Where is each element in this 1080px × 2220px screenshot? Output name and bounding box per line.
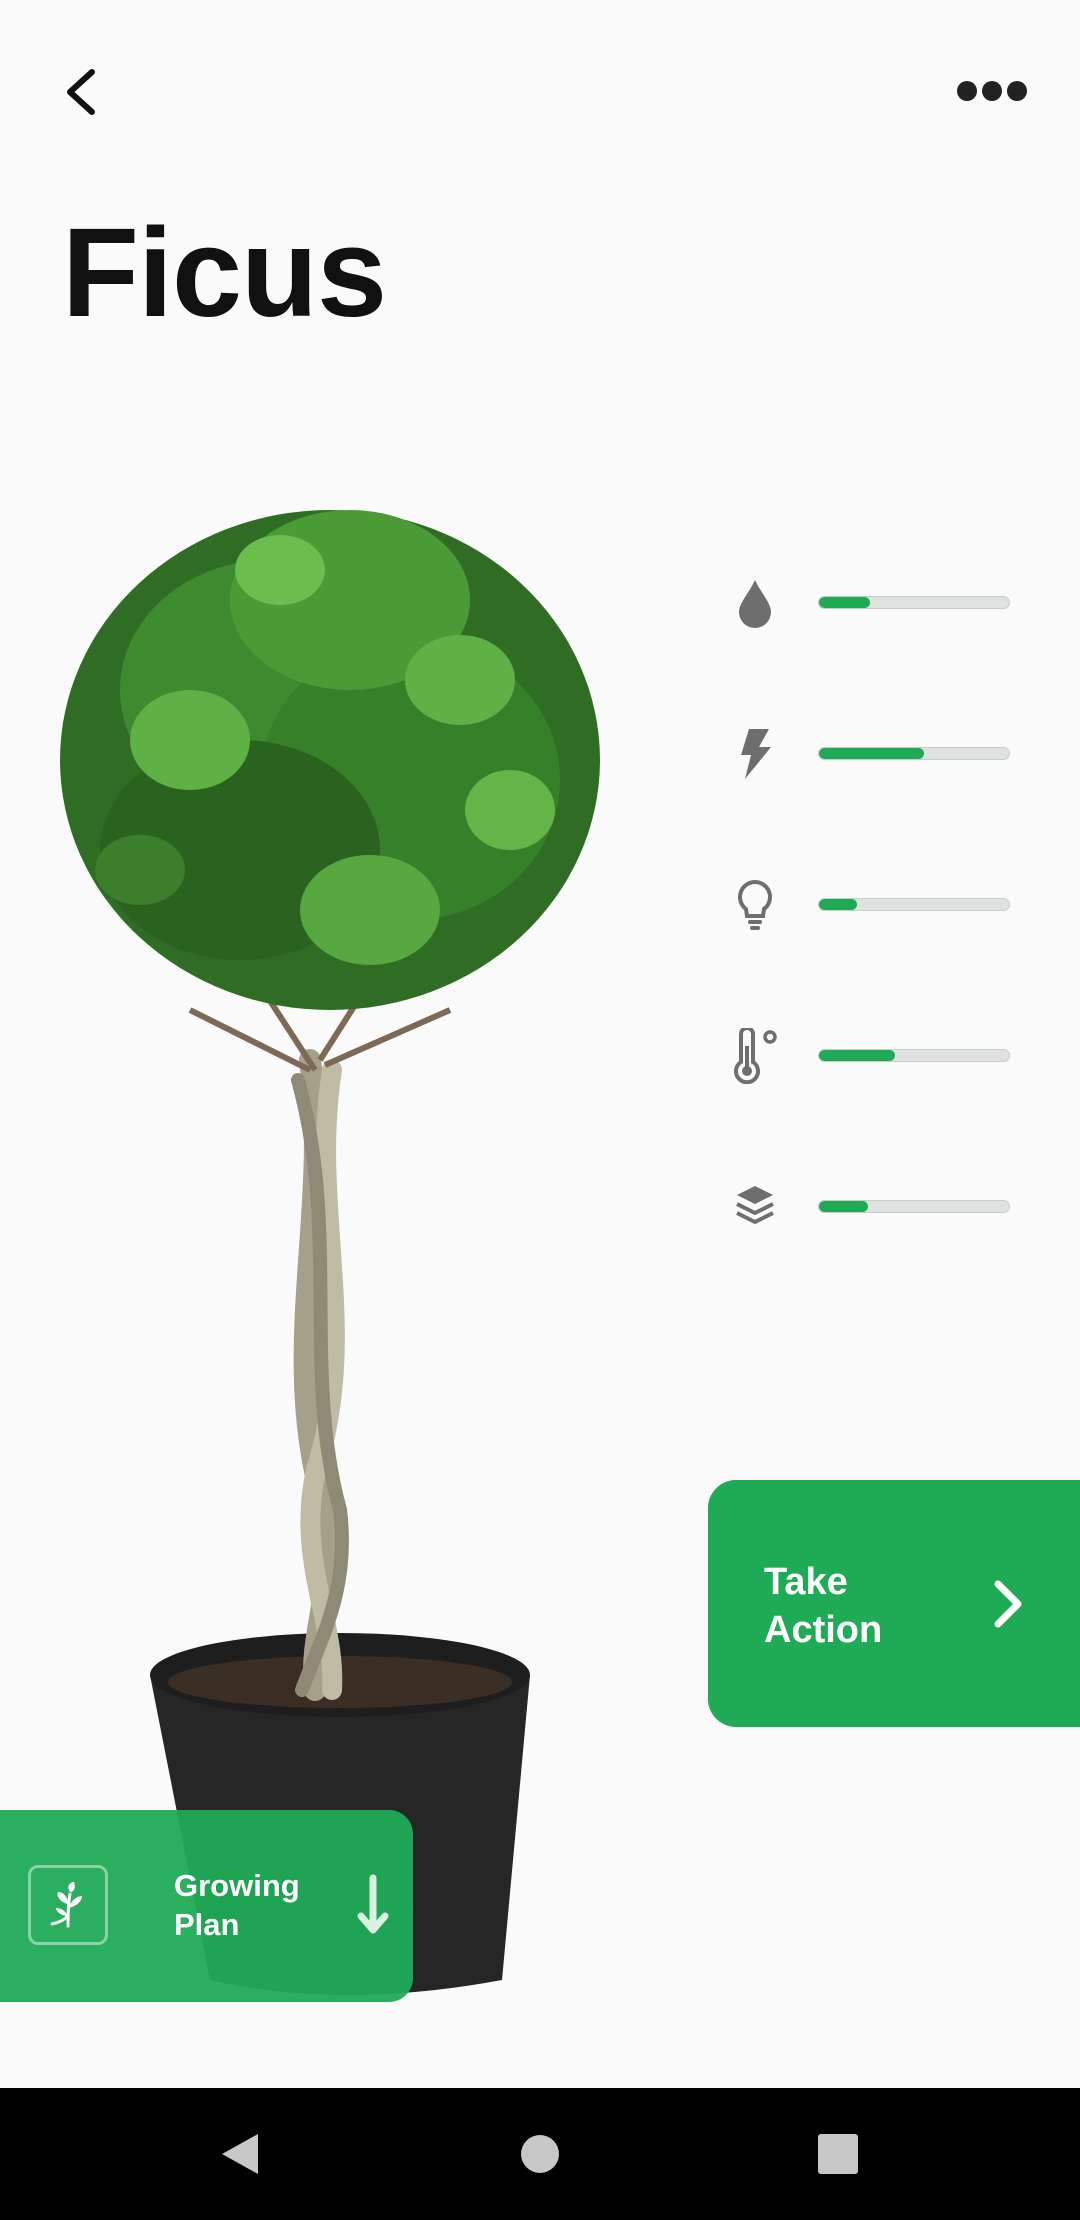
chevron-right-icon	[994, 1580, 1022, 1628]
page-title: Ficus	[62, 202, 387, 343]
water-drop-icon	[720, 573, 790, 633]
soil-level-bar	[818, 1200, 1010, 1213]
soil-meter	[720, 1177, 1020, 1237]
nav-home-button[interactable]	[480, 2088, 600, 2220]
lightbulb-icon	[720, 875, 790, 935]
temperature-icon	[720, 1026, 790, 1086]
fertilizer-level-bar	[818, 747, 1010, 760]
chevron-left-icon	[67, 69, 95, 115]
back-button[interactable]	[56, 60, 112, 124]
light-meter	[720, 875, 1020, 935]
system-navigation-bar	[0, 2088, 1080, 2220]
take-action-button[interactable]: Take Action	[708, 1480, 1080, 1727]
growing-plan-label: Growing Plan	[174, 1866, 314, 1944]
layers-icon	[720, 1177, 790, 1237]
sprout-icon	[28, 1865, 108, 1945]
nav-recents-button[interactable]	[778, 2088, 898, 2220]
arrow-down-icon	[357, 1874, 389, 1934]
more-horizontal-icon	[957, 81, 1027, 101]
take-action-label: Take Action	[764, 1561, 883, 1651]
growing-plan-text: Growing Plan	[174, 1868, 300, 1942]
temperature-level-bar	[818, 1049, 1010, 1062]
fertilizer-meter	[720, 724, 1020, 784]
growing-plan-button[interactable]: Growing Plan	[0, 1810, 413, 2002]
more-options-button[interactable]	[955, 74, 1029, 108]
light-level-bar	[818, 898, 1010, 911]
water-meter	[720, 573, 1020, 633]
square-recents-icon	[818, 2134, 858, 2174]
triangle-back-icon	[222, 2134, 258, 2174]
water-level-bar	[818, 596, 1010, 609]
lightning-icon	[720, 724, 790, 784]
nav-back-button[interactable]	[180, 2088, 300, 2220]
temperature-meter	[720, 1026, 1020, 1086]
circle-home-icon	[521, 2135, 559, 2173]
